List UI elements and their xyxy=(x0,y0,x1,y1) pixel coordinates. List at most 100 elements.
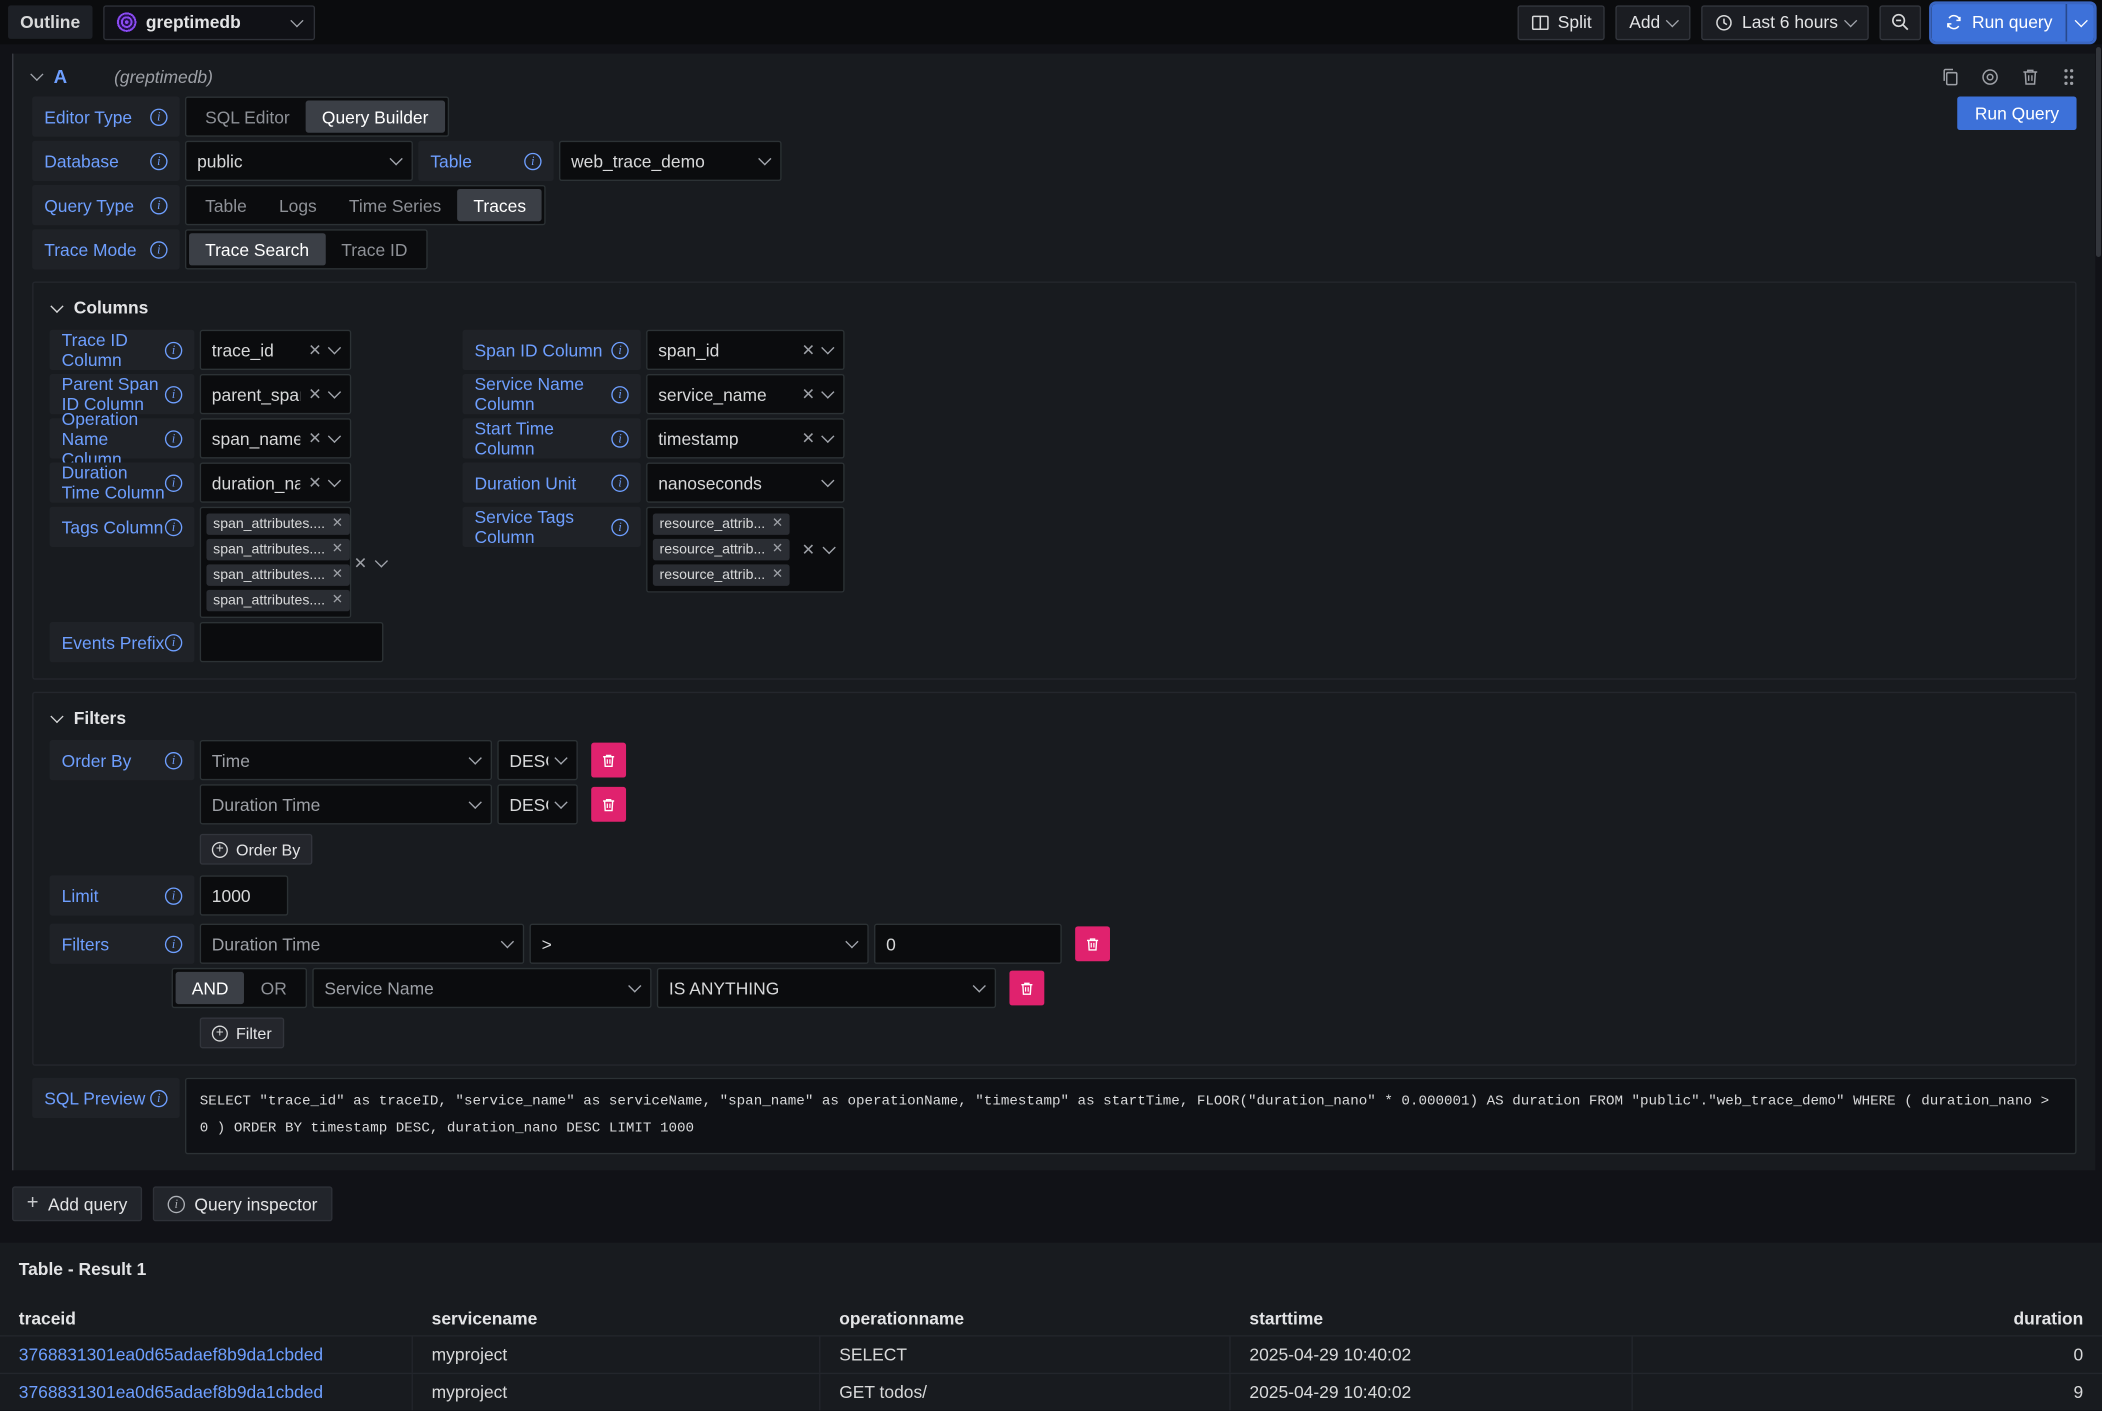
info-icon[interactable]: i xyxy=(165,935,182,952)
collapse-query-icon[interactable] xyxy=(30,68,43,81)
order-by-direction-select[interactable]: DESC xyxy=(497,740,577,780)
parent-span-id-column-select[interactable]: parent_span_id✕ xyxy=(200,374,351,414)
info-icon[interactable]: i xyxy=(165,430,182,447)
clear-all-icon[interactable]: ✕ xyxy=(802,542,815,558)
sql-editor-option[interactable]: SQL Editor xyxy=(189,101,306,133)
info-icon[interactable]: i xyxy=(150,108,167,125)
table-select[interactable]: web_trace_demo xyxy=(559,141,782,181)
duration-unit-select[interactable]: nanoseconds xyxy=(646,462,844,502)
split-button[interactable]: Split xyxy=(1518,5,1606,40)
info-icon[interactable]: i xyxy=(611,385,628,402)
time-range-picker[interactable]: Last 6 hours xyxy=(1702,5,1869,40)
clear-icon[interactable]: ✕ xyxy=(802,342,815,358)
info-icon[interactable]: i xyxy=(165,887,182,904)
trace-id-option[interactable]: Trace ID xyxy=(325,233,423,265)
info-icon[interactable]: i xyxy=(611,430,628,447)
and-option[interactable]: AND xyxy=(176,972,245,1004)
drag-handle-icon[interactable] xyxy=(2060,66,2076,86)
info-icon[interactable]: i xyxy=(165,385,182,402)
service-tags-column-multiselect[interactable]: resource_attrib...✕ resource_attrib...✕ … xyxy=(646,507,844,593)
header-operationname[interactable]: operationname xyxy=(820,1301,1230,1336)
clear-icon[interactable]: ✕ xyxy=(308,430,321,446)
hide-response-eye-icon[interactable] xyxy=(1980,66,2000,86)
query-type-timeseries[interactable]: Time Series xyxy=(333,189,458,221)
service-name-column-select[interactable]: service_name✕ xyxy=(646,374,844,414)
add-filter-button[interactable]: +Filter xyxy=(200,1017,284,1048)
remove-chip-icon[interactable]: ✕ xyxy=(332,517,343,530)
query-builder-option[interactable]: Query Builder xyxy=(306,101,445,133)
clear-all-icon[interactable]: ✕ xyxy=(354,554,367,570)
start-time-column-select[interactable]: timestamp✕ xyxy=(646,418,844,458)
remove-chip-icon[interactable]: ✕ xyxy=(332,594,343,607)
info-icon[interactable]: i xyxy=(524,152,541,169)
info-icon[interactable]: i xyxy=(165,518,182,535)
page-scrollbar[interactable] xyxy=(2096,47,2101,257)
remove-order-by-button-2[interactable] xyxy=(591,787,626,822)
query-ref-id[interactable]: A xyxy=(54,66,68,87)
info-icon[interactable]: i xyxy=(165,751,182,768)
add-button[interactable]: Add xyxy=(1616,5,1691,40)
remove-filter-button-2[interactable] xyxy=(1009,971,1044,1006)
remove-chip-icon[interactable]: ✕ xyxy=(332,568,343,581)
info-icon[interactable]: i xyxy=(165,341,182,358)
clear-icon[interactable]: ✕ xyxy=(308,475,321,491)
trace-search-option[interactable]: Trace Search xyxy=(189,233,325,265)
remove-order-by-button[interactable] xyxy=(591,743,626,778)
query-type-logs[interactable]: Logs xyxy=(263,189,333,221)
info-icon[interactable]: i xyxy=(150,241,167,258)
outline-button[interactable]: Outline xyxy=(8,5,92,39)
remove-chip-icon[interactable]: ✕ xyxy=(772,568,783,581)
clear-icon[interactable]: ✕ xyxy=(802,430,815,446)
info-icon[interactable]: i xyxy=(150,196,167,213)
database-select[interactable]: public xyxy=(185,141,413,181)
traceid-link[interactable]: 3768831301ea0d65adaef8b9da1cbded xyxy=(0,1374,413,1410)
run-query-button[interactable]: Run query xyxy=(1932,3,2066,41)
remove-query-trash-icon[interactable] xyxy=(2020,66,2040,86)
remove-chip-icon[interactable]: ✕ xyxy=(772,543,783,556)
tags-column-multiselect[interactable]: span_attributes....✕ span_attributes....… xyxy=(200,507,351,618)
query-type-traces[interactable]: Traces xyxy=(457,189,542,221)
remove-chip-icon[interactable]: ✕ xyxy=(332,543,343,556)
events-prefix-input[interactable] xyxy=(200,622,384,662)
header-duration[interactable]: duration xyxy=(1633,1301,2102,1336)
add-order-by-button[interactable]: +Order By xyxy=(200,834,313,865)
filter-field-select-2[interactable]: Service Name xyxy=(312,968,651,1008)
clear-icon[interactable]: ✕ xyxy=(802,386,815,402)
filter-operator-select-2[interactable]: IS ANYTHING xyxy=(657,968,996,1008)
query-inspector-button[interactable]: i Query inspector xyxy=(153,1187,332,1222)
duration-time-column-select[interactable]: duration_nano✕ xyxy=(200,462,351,502)
info-icon[interactable]: i xyxy=(150,152,167,169)
add-query-button[interactable]: + Add query xyxy=(12,1187,142,1222)
run-query-panel-button[interactable]: Run Query xyxy=(1957,97,2076,131)
info-icon[interactable]: i xyxy=(165,474,182,491)
traceid-link[interactable]: 3768831301ea0d65adaef8b9da1cbded xyxy=(0,1337,413,1373)
info-icon[interactable]: i xyxy=(611,518,628,535)
header-starttime[interactable]: starttime xyxy=(1231,1301,1633,1336)
header-servicename[interactable]: servicename xyxy=(413,1301,821,1336)
remove-filter-button[interactable] xyxy=(1075,926,1110,961)
order-by-field-select[interactable]: Time xyxy=(200,740,492,780)
filter-operator-select[interactable]: > xyxy=(530,924,869,964)
filter-field-select[interactable]: Duration Time xyxy=(200,924,524,964)
info-icon[interactable]: i xyxy=(611,341,628,358)
clear-icon[interactable]: ✕ xyxy=(308,342,321,358)
query-type-table[interactable]: Table xyxy=(189,189,263,221)
limit-input[interactable]: 1000 xyxy=(200,875,288,915)
clear-icon[interactable]: ✕ xyxy=(308,386,321,402)
remove-chip-icon[interactable]: ✕ xyxy=(772,517,783,530)
filters-section-header[interactable]: Filters xyxy=(52,708,2059,728)
operation-name-column-select[interactable]: span_name✕ xyxy=(200,418,351,458)
info-icon[interactable]: i xyxy=(611,474,628,491)
or-option[interactable]: OR xyxy=(245,972,303,1004)
run-query-dropdown[interactable] xyxy=(2066,3,2094,41)
filter-value-input[interactable]: 0 xyxy=(874,924,1062,964)
order-by-direction-select-2[interactable]: DESC xyxy=(497,784,577,824)
header-traceid[interactable]: traceid xyxy=(0,1301,413,1336)
span-id-column-select[interactable]: span_id✕ xyxy=(646,330,844,370)
datasource-picker[interactable]: greptimedb xyxy=(103,5,315,40)
info-icon[interactable]: i xyxy=(165,633,182,650)
order-by-field-select-2[interactable]: Duration Time xyxy=(200,784,492,824)
info-icon[interactable]: i xyxy=(150,1089,167,1106)
duplicate-query-icon[interactable] xyxy=(1940,66,1960,86)
columns-section-header[interactable]: Columns xyxy=(52,298,2059,318)
